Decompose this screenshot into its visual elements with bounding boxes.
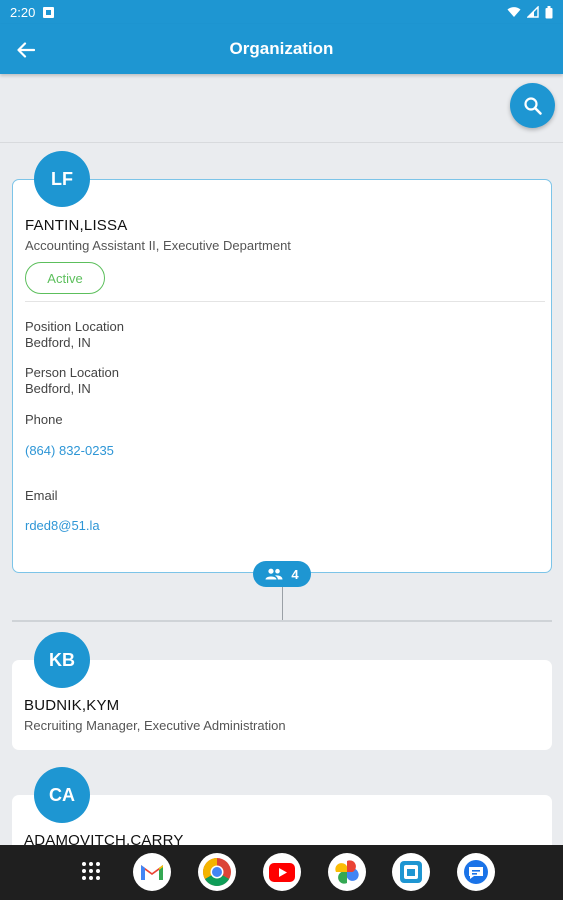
org-level-divider	[12, 620, 552, 622]
search-button[interactable]	[510, 83, 555, 128]
app-icon[interactable]	[392, 853, 430, 891]
report-name: BUDNIK,KYM	[24, 697, 120, 714]
status-time: 2:20	[10, 4, 36, 20]
status-badge: Active	[25, 262, 105, 294]
phone-link[interactable]: (864) 832-0235	[25, 443, 114, 458]
avatar: CA	[34, 767, 90, 823]
person-name: FANTIN,LISSA	[25, 217, 128, 234]
report-card[interactable]: BUDNIK,KYM Recruiting Manager, Executive…	[12, 660, 552, 750]
photos-icon[interactable]	[328, 853, 366, 891]
page-title: Organization	[229, 39, 334, 58]
notification-icon	[43, 6, 55, 18]
direct-reports-count: 4	[291, 566, 299, 582]
arrow-left-icon	[17, 42, 35, 58]
app-bar: Organization	[0, 24, 563, 74]
messages-icon[interactable]	[457, 853, 495, 891]
status-bar: 2:20	[0, 0, 563, 24]
position-location-label: Position Location	[25, 319, 125, 334]
gmail-icon[interactable]	[133, 853, 171, 891]
back-button[interactable]	[12, 36, 40, 64]
youtube-icon[interactable]	[263, 853, 301, 891]
card-divider	[25, 301, 545, 302]
position-location-value: Bedford, IN	[25, 335, 91, 350]
avatar: LF	[34, 151, 90, 207]
chrome-icon[interactable]	[198, 853, 236, 891]
person-job-title: Accounting Assistant II, Executive Depar…	[25, 238, 291, 253]
avatar: KB	[34, 632, 90, 688]
taskbar-dock	[0, 845, 563, 900]
email-label: Email	[25, 488, 58, 503]
phone-label: Phone	[25, 412, 63, 427]
apps-grid-icon[interactable]	[82, 862, 104, 884]
direct-reports-button[interactable]: 4	[253, 561, 311, 587]
wifi-icon	[507, 7, 521, 17]
person-location-label: Person Location	[25, 365, 119, 380]
search-icon	[523, 96, 542, 115]
status-icons	[507, 5, 553, 19]
report-job-title: Recruiting Manager, Executive Administra…	[24, 718, 286, 733]
org-connector-line	[282, 587, 283, 620]
email-link[interactable]: rded8@51.la	[25, 518, 100, 533]
battery-icon	[545, 5, 553, 18]
person-card[interactable]: FANTIN,LISSA Accounting Assistant II, Ex…	[12, 179, 552, 573]
person-location-value: Bedford, IN	[25, 381, 91, 396]
people-icon	[265, 568, 283, 580]
divider	[0, 142, 563, 143]
signal-icon	[527, 6, 539, 18]
